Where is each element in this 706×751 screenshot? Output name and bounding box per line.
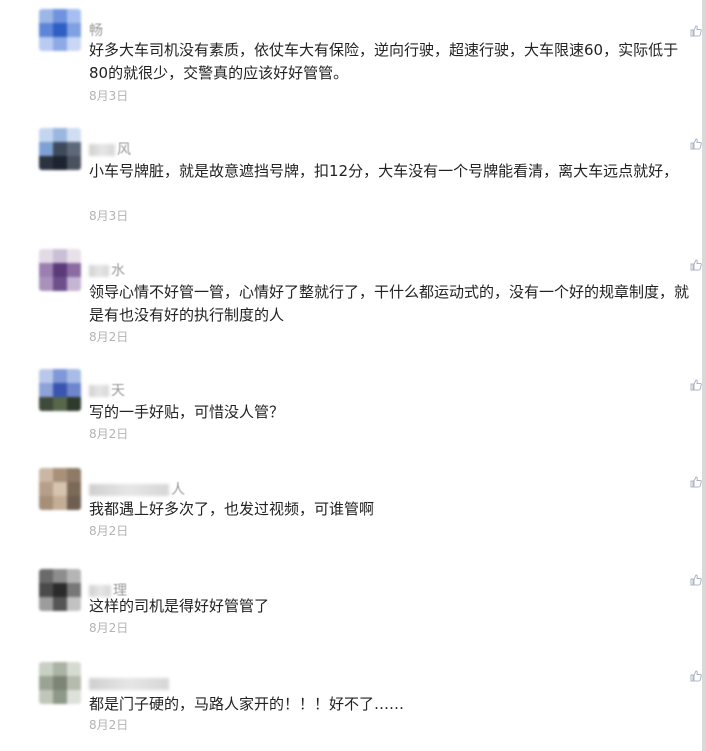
comment-date: 8月2日 bbox=[89, 427, 129, 441]
comment-date: 8月2日 bbox=[89, 718, 129, 732]
comment-date: 8月2日 bbox=[89, 330, 129, 344]
username[interactable] bbox=[89, 676, 171, 692]
thumbs-up-icon[interactable] bbox=[690, 259, 702, 271]
avatar[interactable] bbox=[39, 9, 81, 51]
comment-text: 都是门子硬的，马路人家开的！！！好不了…… bbox=[89, 695, 405, 713]
avatar[interactable] bbox=[39, 468, 81, 510]
comment-text: 领导心情不好管一管，心情好了整就行了，干什么都运动式的，没有一个好的规章制度，就… bbox=[89, 283, 690, 324]
comment-date: 8月3日 bbox=[89, 209, 129, 223]
comment-text: 我都遇上好多次了，也发过视频，可谁管啊 bbox=[89, 500, 375, 518]
username-text: 天 bbox=[111, 383, 125, 399]
username[interactable]: 畅 bbox=[89, 23, 103, 39]
comment-date: 8月3日 bbox=[89, 89, 129, 103]
username-text: 风 bbox=[117, 142, 131, 158]
avatar[interactable] bbox=[39, 369, 81, 411]
comment-text: 好多大车司机没有素质，依仗车大有保险，逆向行驶，超速行驶，大车限速60，实际低于… bbox=[89, 41, 679, 82]
comment-date: 8月2日 bbox=[89, 524, 129, 538]
scrollbar-edge[interactable] bbox=[702, 0, 706, 751]
thumbs-up-icon[interactable] bbox=[690, 670, 702, 682]
thumbs-up-icon[interactable] bbox=[690, 476, 702, 488]
avatar[interactable] bbox=[39, 128, 81, 170]
username-text: 人 bbox=[171, 482, 185, 498]
thumbs-up-icon[interactable] bbox=[690, 574, 702, 586]
avatar[interactable] bbox=[39, 249, 81, 291]
username[interactable]: 天 bbox=[89, 383, 125, 399]
username[interactable]: 风 bbox=[89, 142, 131, 158]
username-text: 水 bbox=[111, 263, 125, 279]
avatar[interactable] bbox=[39, 569, 81, 611]
avatar[interactable] bbox=[39, 662, 81, 704]
comment-date: 8月2日 bbox=[89, 621, 129, 635]
comment-text: 写的一手好贴，可惜没人管？ bbox=[89, 403, 285, 421]
comment-text: 小车号牌脏，就是故意遮挡号牌，扣12分，大车没有一个号牌能看清，离大车远点就好， bbox=[89, 162, 679, 180]
thumbs-up-icon[interactable] bbox=[690, 138, 702, 150]
thumbs-up-icon[interactable] bbox=[690, 25, 702, 37]
comment-text: 这样的司机是得好好管管了 bbox=[89, 597, 270, 615]
thumbs-up-icon[interactable] bbox=[690, 379, 702, 391]
username[interactable]: 水 bbox=[89, 263, 125, 279]
username-text: 畅 bbox=[89, 23, 103, 39]
comment-page: 畅 好多大车司机没有素质，依仗车大有保险，逆向行驶，超速行驶，大车限速60，实际… bbox=[0, 0, 706, 751]
username[interactable]: 人 bbox=[89, 482, 185, 498]
